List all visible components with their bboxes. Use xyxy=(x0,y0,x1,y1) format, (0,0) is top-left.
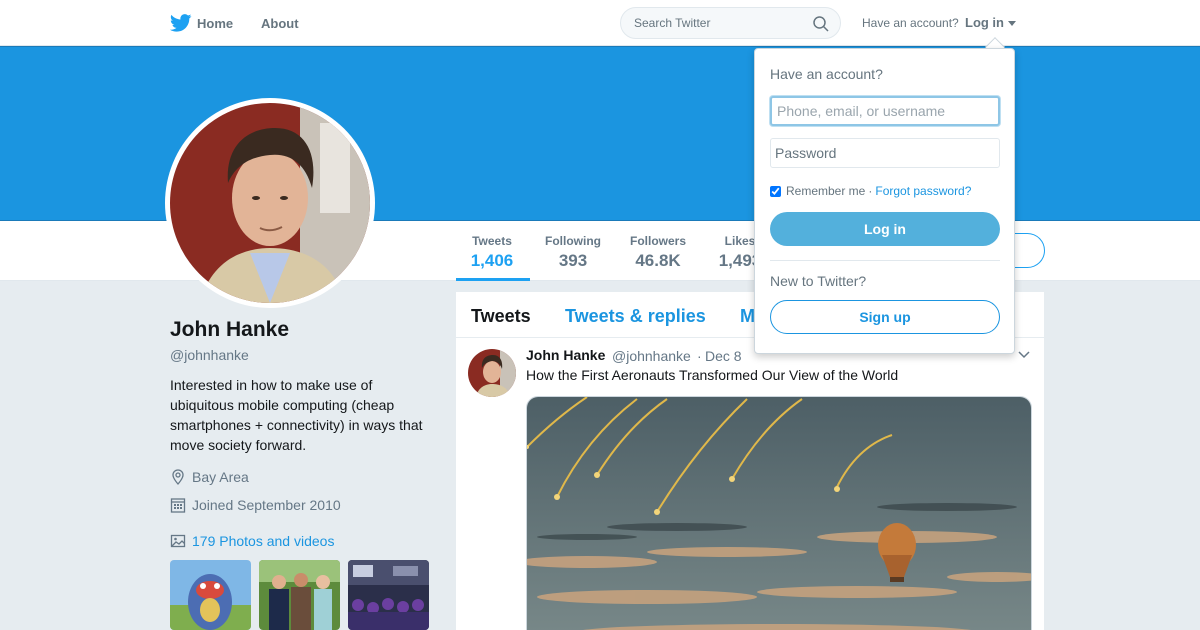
tab-tweets[interactable]: Tweets xyxy=(471,306,531,327)
stat-value: 46.8K xyxy=(635,251,681,270)
media-link-text[interactable]: 179 Photos and videos xyxy=(192,533,334,549)
tweet-author-name[interactable]: John Hanke xyxy=(526,347,605,363)
dropdown-divider xyxy=(770,260,1000,261)
caret-down-icon[interactable] xyxy=(1008,21,1016,26)
stat-tweets[interactable]: Tweets 1,406 xyxy=(468,234,516,271)
tweet-date[interactable]: Dec 8 xyxy=(705,348,742,364)
location-text: Bay Area xyxy=(192,469,249,485)
stat-label: Followers xyxy=(629,234,686,248)
search-icon[interactable] xyxy=(812,15,830,33)
profile-name[interactable]: John Hanke xyxy=(170,318,440,342)
top-nav-bar: Home About Search Twitter Have an accoun… xyxy=(0,0,1200,46)
remember-checkbox[interactable] xyxy=(770,185,781,197)
remember-row: Remember me · Forgot password? xyxy=(770,184,971,198)
nav-about-link[interactable]: About xyxy=(261,16,299,31)
media-thumbnail[interactable] xyxy=(348,560,429,630)
remember-separator: · xyxy=(868,184,873,198)
stat-label: Following xyxy=(545,234,601,248)
profile-handle[interactable]: @johnhanke xyxy=(170,347,440,363)
stat-label: Tweets xyxy=(472,234,512,248)
chevron-down-icon[interactable] xyxy=(1018,351,1030,359)
stat-following[interactable]: Following 393 xyxy=(543,234,603,271)
tweet-image[interactable] xyxy=(526,396,1032,630)
nav-home-link[interactable]: Home xyxy=(197,16,233,31)
media-thumbnail[interactable] xyxy=(259,560,340,630)
twitter-bird-icon[interactable] xyxy=(170,14,192,32)
new-to-twitter-text: New to Twitter? xyxy=(770,273,867,289)
profile-joined: Joined September 2010 xyxy=(170,495,440,515)
password-placeholder: Password xyxy=(775,145,837,161)
photos-videos-link[interactable]: 179 Photos and videos xyxy=(170,531,440,551)
login-button[interactable]: Log in xyxy=(770,212,1000,246)
dropdown-title: Have an account? xyxy=(770,66,883,82)
active-stat-indicator xyxy=(456,278,530,281)
search-placeholder: Search Twitter xyxy=(634,16,711,30)
tweet-text: How the First Aeronauts Transformed Our … xyxy=(526,367,899,383)
tweet[interactable]: John Hanke @johnhanke · Dec 8 How the Fi… xyxy=(456,338,1044,630)
media-thumbnail[interactable] xyxy=(170,560,251,630)
profile-avatar[interactable] xyxy=(165,98,375,308)
joined-text: Joined September 2010 xyxy=(192,497,341,513)
stat-value: 1,406 xyxy=(470,251,514,270)
profile-photo xyxy=(170,103,370,303)
profile-card: John Hanke @johnhanke Interested in how … xyxy=(170,318,440,551)
search-box[interactable]: Search Twitter xyxy=(620,7,841,39)
profile-bio: Interested in how to make use of ubiquit… xyxy=(170,377,423,453)
media-thumbnails xyxy=(170,560,430,630)
location-pin-icon xyxy=(172,469,184,485)
signup-button[interactable]: Sign up xyxy=(770,300,1000,334)
stat-value: 393 xyxy=(558,251,588,270)
have-account-text: Have an account? xyxy=(862,16,959,30)
tweet-avatar[interactable] xyxy=(468,349,516,397)
login-menu-link[interactable]: Log in xyxy=(965,15,1004,30)
forgot-password-link[interactable]: Forgot password? xyxy=(875,184,971,198)
login-dropdown: Have an account? Password Remember me · … xyxy=(754,48,1015,354)
image-icon xyxy=(170,534,186,548)
username-field[interactable] xyxy=(770,96,1000,126)
tweet-author-handle[interactable]: @johnhanke xyxy=(612,348,691,364)
tweet-separator: · xyxy=(697,348,702,364)
profile-location: Bay Area xyxy=(170,467,440,487)
stat-followers[interactable]: Followers 46.8K xyxy=(628,234,688,271)
remember-label[interactable]: Remember me xyxy=(786,184,865,198)
calendar-icon xyxy=(170,498,186,513)
tab-tweets-replies[interactable]: Tweets & replies xyxy=(565,306,706,327)
